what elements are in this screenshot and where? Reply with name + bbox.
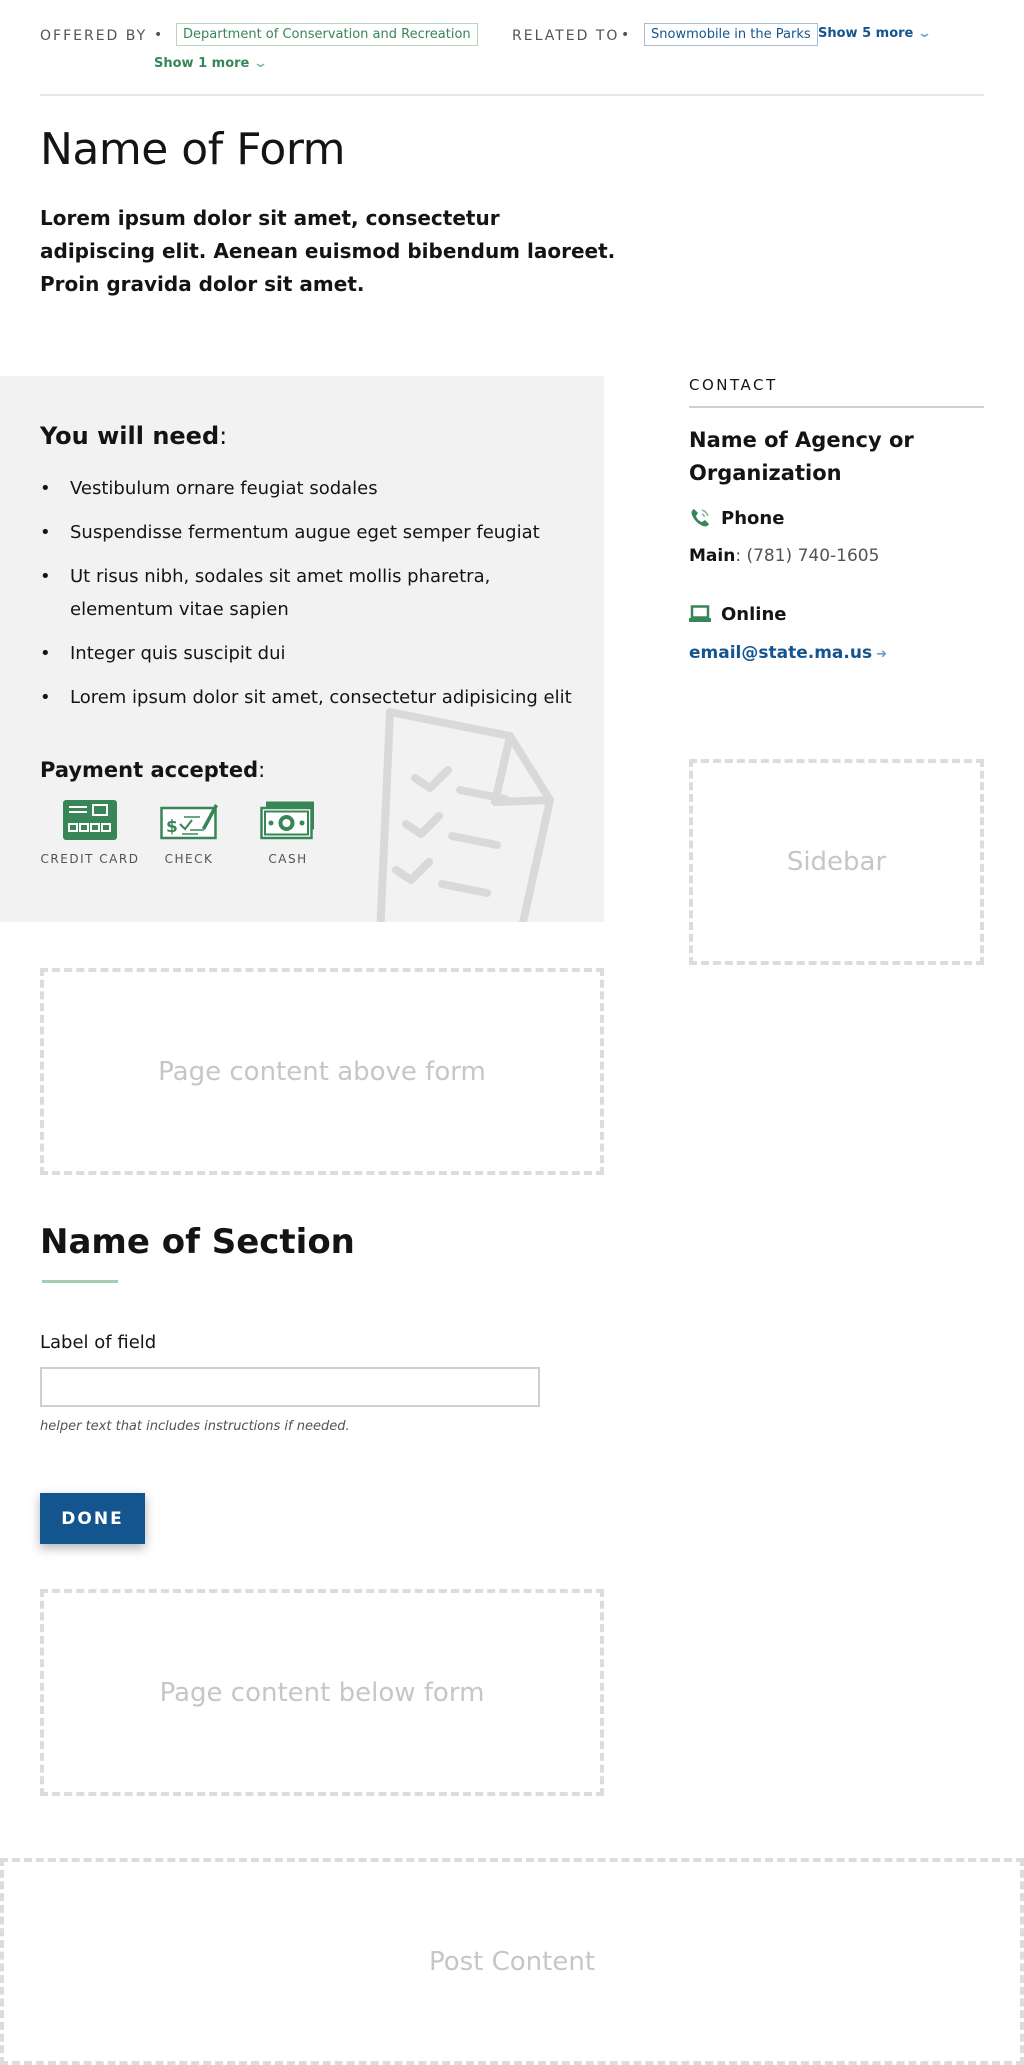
payment-label: CREDIT CARD (40, 852, 140, 866)
related-to-label: RELATED TO (512, 28, 620, 44)
check-icon: $ (160, 804, 218, 840)
requirements-title: You will need: (40, 422, 228, 450)
cash-icon (260, 801, 314, 840)
payment-label: CASH (268, 852, 308, 866)
document-checklist-icon (376, 708, 554, 922)
list-item: Suspendisse fermentum augue eget semper … (40, 516, 580, 549)
meta-bar: OFFERED BY • Department of Conservation … (40, 22, 984, 96)
post-content-placeholder: Post Content (0, 1858, 1024, 2065)
payment-title-text: Payment accepted (40, 758, 259, 782)
related-show-more-label: Show 5 more (818, 26, 914, 41)
requirements-list: Vestibulum ornare feugiat sodales Suspen… (40, 472, 580, 725)
offered-by-dot: • (154, 27, 163, 43)
contact-divider (689, 406, 984, 408)
payment-title: Payment accepted: (40, 758, 266, 782)
laptop-icon (689, 603, 711, 625)
phone-main-label: Main (689, 546, 736, 566)
offered-by-tag[interactable]: Department of Conservation and Recreatio… (176, 23, 478, 46)
offered-show-more-link[interactable]: Show 1 more ⌄ (154, 56, 269, 71)
payment-check: $ CHECK (139, 800, 239, 866)
offered-by-label: OFFERED BY (40, 28, 148, 44)
payment-cash: CASH (238, 800, 338, 866)
field-label: Label of field (40, 1332, 157, 1353)
agency-name: Name of Agency or Organization (689, 428, 914, 485)
page-intro: Lorem ipsum dolor sit amet, consectetur … (40, 206, 616, 296)
related-to-tag[interactable]: Snowmobile in the Parks (644, 23, 818, 46)
email-link[interactable]: email@state.ma.us ➜ (689, 643, 887, 663)
contact-heading: CONTACT (689, 376, 778, 394)
text-field[interactable] (40, 1367, 540, 1407)
related-to-dot: • (621, 27, 630, 43)
payment-credit-card: CREDIT CARD (40, 800, 140, 866)
list-item: Vestibulum ornare feugiat sodales (40, 472, 580, 505)
requirements-title-text: You will need (40, 422, 220, 450)
list-item: Ut risus nibh, sodales sit amet mollis p… (40, 560, 580, 626)
online-title: Online (721, 603, 787, 625)
contact-phone-row: Phone (689, 507, 784, 529)
email-address: email@state.ma.us (689, 643, 873, 663)
offered-show-more-label: Show 1 more (154, 56, 250, 71)
list-item: Integer quis suscipit dui (40, 637, 580, 670)
done-button[interactable]: DONE (40, 1493, 145, 1544)
phone-main: Main: (781) 740-1605 (689, 546, 880, 566)
content-below-form-placeholder: Page content below form (40, 1589, 604, 1796)
requirements-panel: You will need: Vestibulum ornare feugiat… (0, 376, 604, 922)
related-show-more-link[interactable]: Show 5 more ⌄ (818, 26, 933, 41)
page-title: Name of Form (40, 124, 346, 175)
sidebar-placeholder: Sidebar (689, 759, 984, 965)
content-above-form-placeholder: Page content above form (40, 968, 604, 1175)
section-underline (42, 1280, 118, 1283)
phone-number[interactable]: (781) 740-1605 (746, 546, 879, 566)
helper-text: helper text that includes instructions i… (40, 1419, 350, 1434)
chevron-down-icon: ⌄ (253, 56, 269, 71)
credit-card-icon (63, 800, 117, 840)
phone-icon (689, 507, 711, 529)
list-item: Lorem ipsum dolor sit amet, consectetur … (40, 681, 580, 714)
payment-label: CHECK (164, 852, 214, 866)
phone-title: Phone (721, 507, 785, 529)
arrow-right-icon: ➜ (876, 647, 887, 662)
contact-online-row: Online (689, 603, 786, 625)
chevron-down-icon: ⌄ (917, 26, 933, 41)
svg-text:$: $ (166, 817, 178, 837)
section-title: Name of Section (40, 1222, 355, 1262)
